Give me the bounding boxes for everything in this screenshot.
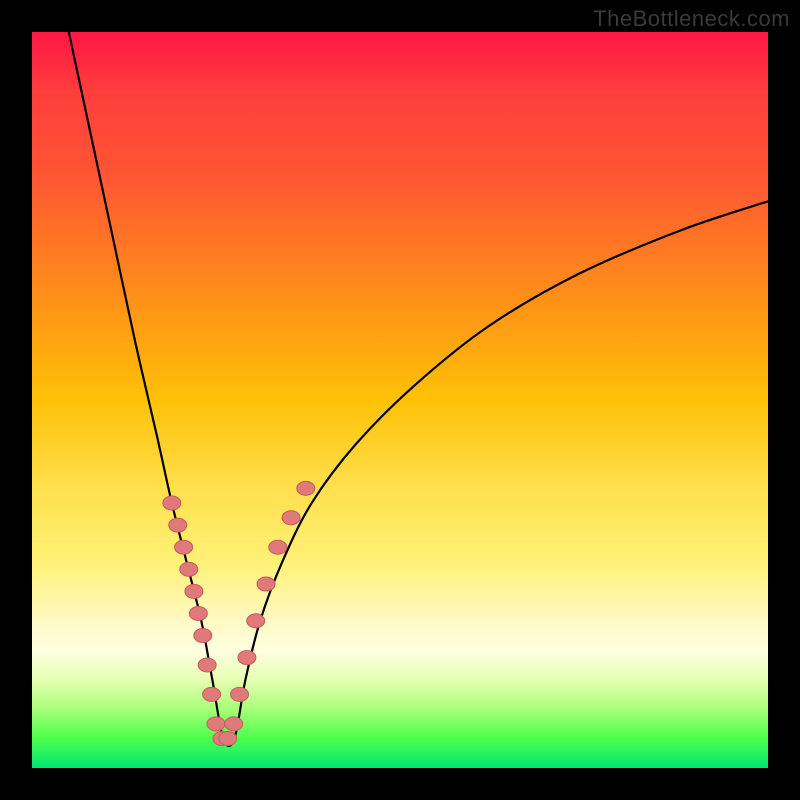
watermark-text: TheBottleneck.com [593, 6, 790, 32]
curve-marker [163, 496, 181, 510]
curve-marker [175, 540, 193, 554]
curve-marker [257, 577, 275, 591]
bottleneck-curve [69, 32, 768, 746]
curve-marker [198, 658, 216, 672]
marker-group [163, 481, 315, 745]
curve-marker [189, 606, 207, 620]
curve-marker [180, 562, 198, 576]
curve-marker [185, 584, 203, 598]
curve-marker [207, 717, 225, 731]
curve-marker [269, 540, 287, 554]
curve-layer [32, 32, 768, 768]
chart-frame: TheBottleneck.com [0, 0, 800, 800]
curve-marker [194, 629, 212, 643]
curve-marker [247, 614, 265, 628]
curve-marker [297, 481, 315, 495]
curve-marker [169, 518, 187, 532]
curve-marker [231, 687, 249, 701]
curve-marker [203, 687, 221, 701]
curve-marker [238, 651, 256, 665]
plot-area [32, 32, 768, 768]
curve-marker [219, 732, 237, 746]
curve-marker [225, 717, 243, 731]
curve-marker [282, 511, 300, 525]
